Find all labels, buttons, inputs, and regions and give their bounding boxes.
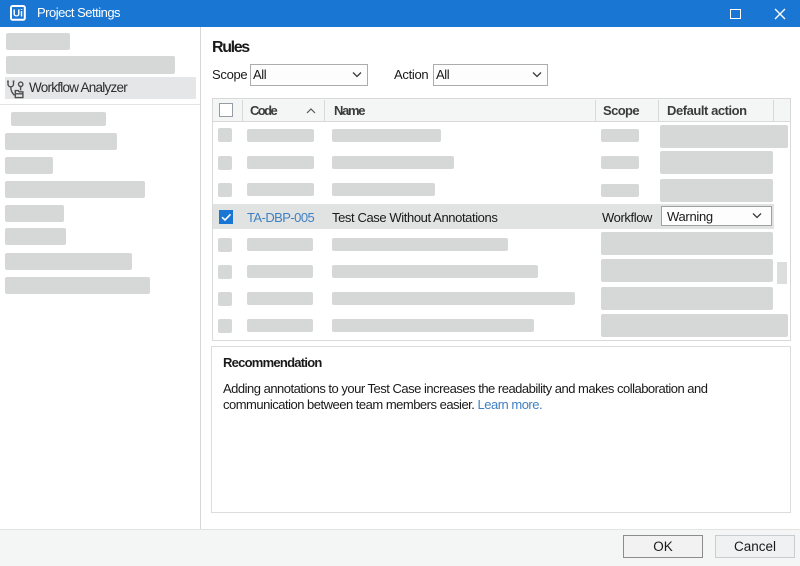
svg-text:Ui: Ui (13, 9, 23, 20)
